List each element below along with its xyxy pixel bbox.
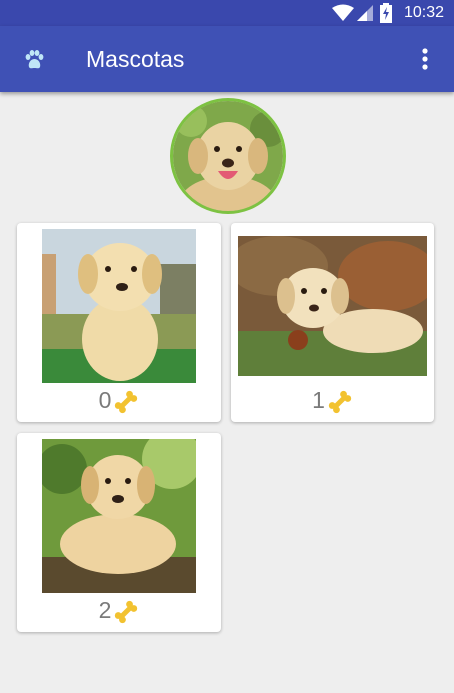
puppy-on-log-photo bbox=[42, 439, 196, 593]
app-bar: Mascotas bbox=[0, 26, 454, 92]
signal-icon bbox=[357, 5, 373, 21]
pet-card[interactable]: 0 bbox=[17, 223, 221, 422]
status-time: 10:32 bbox=[403, 4, 444, 21]
pet-photo bbox=[238, 236, 427, 376]
puppy-lying-photo bbox=[238, 236, 427, 376]
profile-avatar[interactable] bbox=[170, 98, 286, 214]
pet-caption: 0 bbox=[17, 387, 221, 415]
pet-card[interactable]: 1 bbox=[231, 223, 434, 422]
pet-photo bbox=[42, 229, 196, 383]
battery-charging-icon bbox=[380, 3, 392, 23]
pet-count: 1 bbox=[312, 387, 325, 413]
pet-caption: 1 bbox=[231, 387, 434, 415]
pet-count: 2 bbox=[98, 597, 112, 623]
bone-icon bbox=[115, 390, 138, 414]
pet-photo bbox=[42, 439, 196, 593]
puppy-smiling-photo bbox=[173, 101, 283, 211]
pet-count: 0 bbox=[98, 387, 112, 413]
bone-icon bbox=[115, 600, 138, 624]
wifi-icon bbox=[332, 4, 354, 21]
status-bar: 10:32 bbox=[0, 0, 454, 26]
pet-caption: 2 bbox=[17, 597, 221, 625]
pet-card[interactable]: 2 bbox=[17, 433, 221, 632]
puppy-sitting-photo bbox=[42, 229, 196, 383]
paw-icon[interactable] bbox=[22, 48, 46, 72]
bone-icon bbox=[328, 390, 352, 414]
app-title: Mascotas bbox=[86, 46, 185, 72]
more-vert-icon[interactable] bbox=[414, 46, 436, 72]
